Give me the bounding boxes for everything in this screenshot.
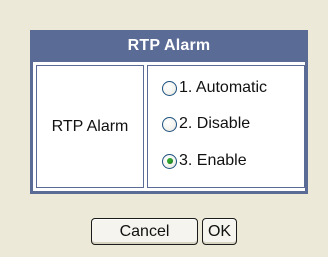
cancel-button[interactable]: Cancel <box>91 218 198 245</box>
panel-title: RTP Alarm <box>30 30 308 62</box>
field-label: RTP Alarm <box>36 65 144 188</box>
rtp-alarm-panel: RTP Alarm RTP Alarm 1. Automatic 2. Disa… <box>30 30 308 194</box>
ok-button[interactable]: OK <box>202 218 237 245</box>
radio-automatic-icon[interactable] <box>162 80 177 96</box>
radio-enable-icon[interactable] <box>162 153 177 169</box>
settings-row: RTP Alarm 1. Automatic 2. Disable 3. Ena… <box>30 62 308 194</box>
option-disable[interactable]: 2. Disable <box>162 113 250 135</box>
option-enable[interactable]: 3. Enable <box>162 150 247 172</box>
radio-disable-icon[interactable] <box>162 116 177 132</box>
option-disable-label: 2. Disable <box>179 115 251 132</box>
options-group: 1. Automatic 2. Disable 3. Enable <box>147 65 305 188</box>
option-automatic[interactable]: 1. Automatic <box>162 77 267 99</box>
option-automatic-label: 1. Automatic <box>179 79 268 96</box>
option-enable-label: 3. Enable <box>179 152 247 169</box>
